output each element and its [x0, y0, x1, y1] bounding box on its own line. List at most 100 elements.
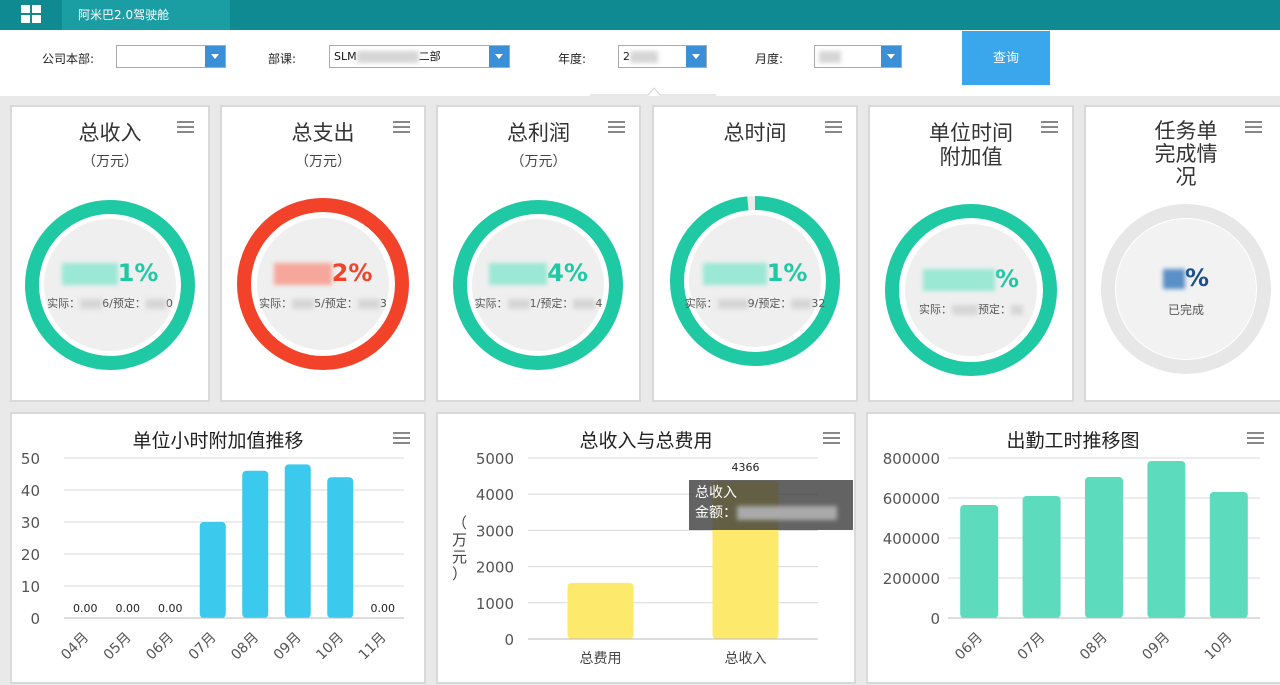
kpi-status: 已完成 [1167, 303, 1204, 317]
kpi-percent: 4% [438, 259, 639, 287]
y-tick-label: 50 [21, 450, 40, 468]
x-tick-label: 08月 [228, 630, 262, 664]
x-tick-label: 05月 [101, 630, 135, 664]
dept-select[interactable]: SLM 二部 [329, 45, 510, 68]
chart-bar[interactable] [284, 464, 311, 618]
chart-card-hourly-value: 单位小时附加值推移 0 10 20 30 40 50 0.00 04月 0.00 05月 0.00 0… [10, 412, 426, 684]
y-tick-label: 4000 [476, 486, 514, 504]
kpi-percent: 1% [654, 259, 856, 287]
redacted-text [273, 263, 332, 285]
kpi-card-unit-time-value: 单位时间 附加值 % 实际： 预定： [868, 105, 1074, 402]
redacted-text [292, 299, 315, 309]
redacted-text [1011, 305, 1023, 315]
company-select[interactable] [116, 45, 226, 68]
kpi-card-total-income: 总收入 （万元） 1% 实际： 6/预定： 0 [10, 105, 210, 402]
collapse-caret-icon[interactable] [590, 86, 716, 96]
company-label: 公司本部: [42, 52, 95, 66]
app-menu-button[interactable] [0, 0, 62, 30]
chart-bar[interactable] [327, 477, 354, 618]
redacted-text [819, 51, 841, 63]
y-tick-label: 0 [30, 610, 40, 628]
year-select[interactable]: 2 [618, 45, 707, 68]
chart-card-attendance: 出勤工时推移图 0 200000 400000 600000 800000 06月 07月 0… [866, 412, 1280, 684]
data-label: 4366 [732, 461, 760, 474]
chart-bar[interactable] [242, 470, 269, 618]
income-expense-chart: 0 1000 2000 3000 4000 5000 总费用 4366 总收入 （万元） [452, 450, 818, 667]
kpi-detail: 实际： 6/预定： 0 [47, 297, 173, 310]
kpi-card-total-time: 总时间 1% 实际： 9/预定： 32 [652, 105, 858, 402]
y-tick-label: 40 [21, 482, 40, 500]
data-label: 0.00 [158, 602, 183, 615]
redacted-text [80, 299, 103, 309]
x-tick-label: 09月 [271, 630, 305, 664]
kpi-title: 总支出 [291, 121, 355, 145]
dept-label: 部课: [268, 52, 297, 66]
redacted-text [145, 299, 166, 309]
redacted-text [356, 51, 419, 63]
dept-select-value-prefix: SLM [334, 50, 357, 63]
y-tick-label: 800000 [883, 450, 940, 468]
kpi-card-total-expense: 总支出 （万元） 2% 实际： 5/预定： 3 [220, 105, 426, 402]
redacted-text [357, 299, 380, 309]
kpi-card-task-completion: 任务单 完成情 况 % 已完成 [1084, 105, 1280, 402]
chart-bar[interactable] [1147, 461, 1186, 618]
chart-bar[interactable] [960, 505, 999, 618]
redacted-text [717, 299, 748, 309]
redacted-text [922, 269, 995, 291]
chevron-down-icon [489, 46, 509, 67]
redacted-text [702, 263, 767, 285]
x-tick-label: 07月 [186, 630, 220, 664]
y-axis-label: （万元） [452, 514, 467, 583]
x-tick-label: 10月 [1202, 630, 1236, 664]
y-tick-label: 400000 [883, 530, 940, 548]
kpi-unit: （万元） [510, 154, 567, 170]
y-tick-label: 0 [930, 610, 940, 628]
kpi-detail: 实际： 5/预定： 3 [259, 297, 387, 310]
chevron-down-icon [881, 46, 901, 67]
chart-bar[interactable] [1085, 477, 1123, 618]
redacted-text [1162, 269, 1185, 289]
kpi-unit: （万元） [82, 154, 138, 170]
x-tick-label: 06月 [952, 630, 986, 664]
x-tick-label: 11月 [356, 630, 390, 664]
chevron-down-icon [205, 46, 225, 67]
chevron-down-icon [686, 46, 706, 67]
x-tick-label: 10月 [313, 630, 347, 664]
kpi-percent: 1% [12, 259, 208, 287]
y-tick-label: 3000 [476, 522, 514, 540]
kpi-title: 总利润 [507, 121, 570, 145]
chart-bar[interactable] [199, 522, 226, 618]
redacted-text [489, 263, 548, 285]
kpi-percent: 2% [222, 259, 424, 287]
top-bar: 阿米巴2.0驾驶舱 [0, 0, 1280, 30]
redacted-text [507, 299, 530, 309]
chart-bar[interactable] [1022, 496, 1061, 618]
tab-dashboard[interactable]: 阿米巴2.0驾驶舱 [62, 0, 230, 30]
kpi-detail: 实际： 9/预定： 32 [684, 297, 826, 310]
tooltip-amount: 金额： [695, 503, 847, 523]
kpi-title-line2: 完成情 [1154, 142, 1218, 166]
y-tick-label: 2000 [476, 559, 514, 577]
hourly-value-chart: 0 10 20 30 40 50 0.00 04月 0.00 05月 0.00 06月 07月 08月 09… [21, 450, 404, 664]
year-select-value: 2 [623, 50, 630, 63]
chart-bar[interactable] [567, 582, 634, 639]
x-tick-label: 09月 [1139, 630, 1173, 664]
chart-card-income-expense: 总收入与总费用 0 1000 2000 3000 4000 5000 总费用 4366 总收入（… [436, 412, 856, 684]
redacted-text [61, 263, 118, 285]
chart-tooltip: 总收入 金额： [689, 480, 853, 530]
kpi-title: 总时间 [723, 121, 787, 145]
query-button[interactable]: 查询 [962, 31, 1050, 85]
chart-bar[interactable] [1209, 492, 1248, 618]
x-tick-label: 总费用 [580, 651, 622, 667]
kpi-percent: % [1086, 264, 1280, 292]
x-tick-label: 总收入 [725, 651, 767, 667]
kpi-detail: 实际： 1/预定： 4 [474, 297, 603, 310]
kpi-card-total-profit: 总利润 （万元） 4% 实际： 1/预定： 4 [436, 105, 641, 402]
y-tick-label: 200000 [883, 570, 940, 588]
data-label: 0.00 [116, 602, 141, 615]
kpi-title: 总收入 [78, 121, 142, 145]
month-select[interactable] [814, 45, 902, 68]
data-label: 0.00 [371, 602, 396, 615]
redacted-text [791, 299, 812, 309]
y-tick-label: 600000 [883, 490, 940, 508]
